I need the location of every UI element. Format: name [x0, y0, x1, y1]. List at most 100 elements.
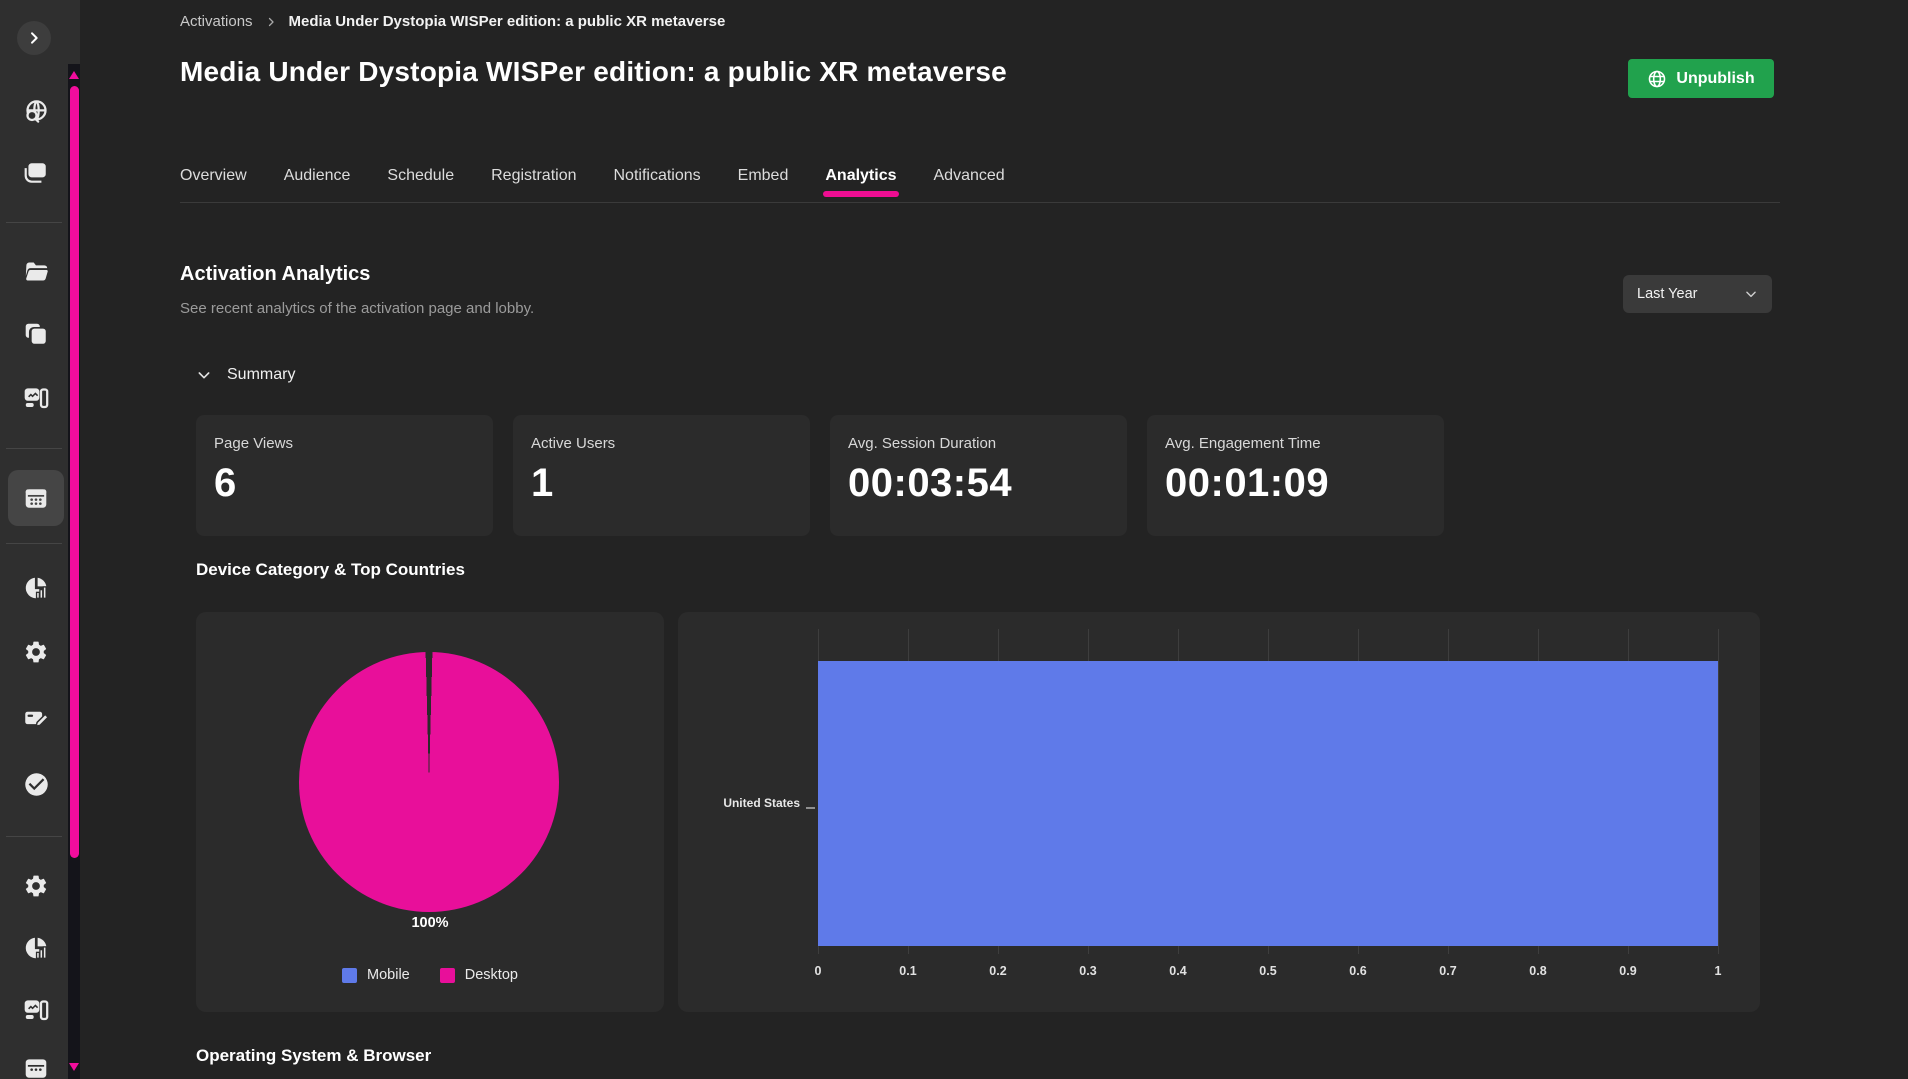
sidebar-item-device-preview-2[interactable] — [10, 986, 62, 1034]
tab-advanced[interactable]: Advanced — [934, 150, 1005, 202]
section-subheading: See recent analytics of the activation p… — [180, 300, 534, 317]
scrollbar-arrow-down-icon[interactable] — [69, 1063, 79, 1071]
folder-open-icon — [23, 258, 50, 285]
sidebar-item-device-preview[interactable] — [10, 374, 62, 422]
stat-label: Avg. Engagement Time — [1165, 435, 1426, 452]
tab-schedule[interactable]: Schedule — [387, 150, 454, 202]
stat-label: Active Users — [531, 435, 792, 452]
unpublish-label: Unpublish — [1676, 70, 1754, 88]
sidebar-item-discover[interactable] — [10, 87, 62, 135]
sidebar-item-settings-2[interactable] — [10, 862, 62, 910]
x-tick-label: 0.7 — [1426, 964, 1470, 978]
calendar-icon — [23, 485, 49, 511]
y-axis-label: United States — [678, 796, 800, 810]
x-tick-label: 0.1 — [886, 964, 930, 978]
tab-bar: Overview Audience Schedule Registration … — [180, 150, 1780, 203]
os-browser-heading: Operating System & Browser — [196, 1046, 431, 1066]
layers-icon — [23, 160, 49, 186]
gear-icon — [23, 873, 49, 899]
sidebar-divider — [6, 543, 62, 544]
x-tick-label: 1 — [1696, 964, 1740, 978]
sidebar-item-collections[interactable] — [10, 149, 62, 197]
stat-card-session-duration: Avg. Session Duration 00:03:54 — [830, 415, 1127, 536]
sidebar-item-analytics-2[interactable] — [10, 924, 62, 972]
stat-value: 6 — [214, 461, 475, 506]
pie-stats-icon — [23, 575, 49, 601]
tab-overview[interactable]: Overview — [180, 150, 247, 202]
stat-card-active-users: Active Users 1 — [513, 415, 810, 536]
sidebar-divider — [6, 836, 62, 837]
sidebar-item-settings[interactable] — [10, 628, 62, 676]
device-preview-icon — [23, 385, 50, 412]
bar-united-states — [818, 661, 1718, 946]
chevron-down-icon — [196, 367, 212, 383]
card-edit-icon — [23, 705, 50, 732]
date-range-value: Last Year — [1637, 286, 1697, 302]
tab-embed[interactable]: Embed — [738, 150, 789, 202]
x-tick-label: 0.4 — [1156, 964, 1200, 978]
breadcrumb-chevron-icon — [265, 16, 277, 28]
unpublish-button[interactable]: Unpublish — [1628, 59, 1774, 98]
section-heading: Activation Analytics — [180, 263, 370, 286]
tab-audience[interactable]: Audience — [284, 150, 351, 202]
pie-data-label: 100% — [196, 915, 664, 931]
tab-analytics[interactable]: Analytics — [825, 150, 896, 202]
sidebar-item-registration-cards[interactable] — [10, 694, 62, 742]
sidebar-item-files[interactable] — [10, 247, 62, 295]
copy-icon — [23, 321, 49, 347]
desktop-swatch — [440, 968, 455, 983]
pie-legend: Mobile Desktop — [196, 967, 664, 983]
active-tab-underline — [823, 191, 898, 197]
check-circle-icon — [23, 771, 50, 798]
x-tick-label: 0.5 — [1246, 964, 1290, 978]
x-tick-label: 0.2 — [976, 964, 1020, 978]
stat-label: Avg. Session Duration — [848, 435, 1109, 452]
sidebar — [0, 0, 80, 1079]
x-tick-label: 0.8 — [1516, 964, 1560, 978]
sidebar-expand-button[interactable] — [17, 21, 51, 55]
tab-notifications[interactable]: Notifications — [614, 150, 701, 202]
chevron-right-icon — [26, 30, 42, 46]
sidebar-item-approvals[interactable] — [10, 760, 62, 808]
sidebar-divider — [6, 222, 62, 223]
device-category-pie-card: 100% Mobile Desktop — [196, 612, 664, 1012]
sidebar-item-assets[interactable] — [10, 310, 62, 358]
stat-value: 00:03:54 — [848, 461, 1109, 506]
x-tick-label: 0.9 — [1606, 964, 1650, 978]
x-tick-label: 0.3 — [1066, 964, 1110, 978]
breadcrumb-current: Media Under Dystopia WISPer edition: a p… — [289, 13, 726, 30]
page-title: Media Under Dystopia WISPer edition: a p… — [180, 56, 1007, 88]
sidebar-divider — [6, 448, 62, 449]
gridline — [1718, 629, 1719, 954]
sidebar-item-analytics[interactable] — [10, 564, 62, 612]
breadcrumb: Activations Media Under Dystopia WISPer … — [180, 13, 725, 30]
mobile-swatch — [342, 968, 357, 983]
calendar-icon — [23, 1055, 49, 1079]
x-tick-label: 0 — [796, 964, 840, 978]
top-countries-bar-card: United States 0 0.1 0.2 0.3 0.4 0.5 0.6 … — [678, 612, 1760, 1012]
x-tick-label: 0.6 — [1336, 964, 1380, 978]
device-preview-icon — [23, 997, 50, 1024]
chevron-down-icon — [1744, 287, 1758, 301]
stat-value: 00:01:09 — [1165, 461, 1426, 506]
sidebar-item-activations-active[interactable] — [8, 470, 64, 526]
pie-chart — [299, 652, 559, 912]
stat-label: Page Views — [214, 435, 475, 452]
sidebar-scrollbar-thumb[interactable] — [70, 86, 79, 858]
device-countries-heading: Device Category & Top Countries — [196, 560, 465, 580]
legend-item-mobile[interactable]: Mobile — [342, 967, 410, 983]
globe-icon — [1647, 69, 1667, 89]
gear-icon — [23, 639, 49, 665]
summary-label: Summary — [227, 366, 295, 384]
breadcrumb-activations-link[interactable]: Activations — [180, 13, 253, 30]
stat-value: 1 — [531, 461, 792, 506]
tab-registration[interactable]: Registration — [491, 150, 576, 202]
sidebar-item-calendar-2[interactable] — [10, 1044, 62, 1079]
stat-card-page-views: Page Views 6 — [196, 415, 493, 536]
y-axis-tick — [806, 807, 815, 809]
pie-stats-icon — [23, 935, 49, 961]
scrollbar-arrow-up-icon[interactable] — [69, 71, 79, 79]
date-range-dropdown[interactable]: Last Year — [1623, 275, 1772, 313]
legend-item-desktop[interactable]: Desktop — [440, 967, 518, 983]
summary-collapse-toggle[interactable]: Summary — [196, 366, 295, 384]
